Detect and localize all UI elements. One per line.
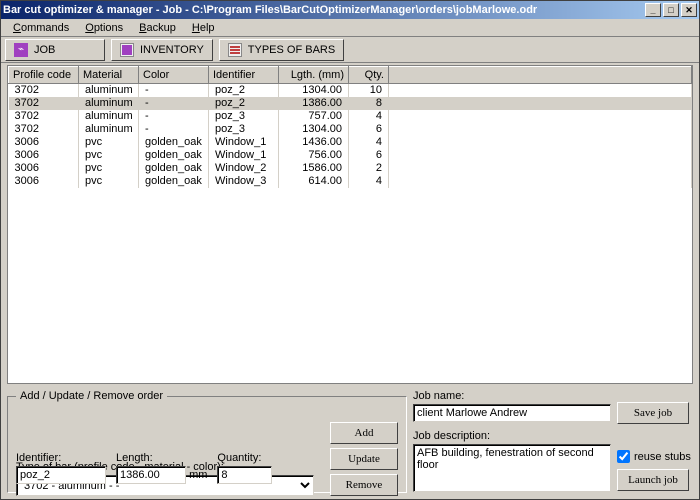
launchjob-button[interactable]: Launch job xyxy=(617,469,689,491)
col-qty[interactable]: Qty. xyxy=(349,67,389,84)
grid-empty-area xyxy=(8,188,692,384)
tab-job[interactable]: ⌁ JOB xyxy=(5,39,105,61)
close-button[interactable]: ✕ xyxy=(681,3,697,17)
maximize-button[interactable]: □ xyxy=(663,3,679,17)
col-profile[interactable]: Profile code xyxy=(9,67,79,84)
types-icon xyxy=(228,43,242,57)
qty-input[interactable] xyxy=(217,466,272,484)
jobdesc-textarea[interactable] xyxy=(413,444,611,492)
menu-commands[interactable]: Commands xyxy=(5,20,77,36)
update-button[interactable]: Update xyxy=(330,448,398,470)
length-unit: mm xyxy=(189,469,207,481)
table-row[interactable]: 3702aluminum-poz_21304.0010 xyxy=(9,84,692,97)
reuse-checkbox[interactable] xyxy=(617,450,630,463)
length-label: Length: xyxy=(116,452,207,464)
menu-options-label: ptions xyxy=(94,22,123,34)
job-icon: ⌁ xyxy=(14,43,28,57)
table-row[interactable]: 3006pvcgolden_oakWindow_21586.002 xyxy=(9,162,692,175)
table-row[interactable]: 3006pvcgolden_oakWindow_11436.004 xyxy=(9,136,692,149)
identifier-input[interactable] xyxy=(16,466,106,484)
order-form: Add / Update / Remove order Type of bar … xyxy=(7,390,407,493)
qty-label: Quantity: xyxy=(217,452,272,464)
menu-options[interactable]: Options xyxy=(77,20,131,36)
menu-help-label: elp xyxy=(200,22,215,34)
menubar: Commands Options Backup Help xyxy=(1,19,699,37)
col-material[interactable]: Material xyxy=(79,67,139,84)
tab-inventory-label: INVENTORY xyxy=(140,44,204,56)
col-spacer xyxy=(389,67,692,84)
col-length[interactable]: Lgth. (mm) xyxy=(279,67,349,84)
table-row[interactable]: 3006pvcgolden_oakWindow_3614.004 xyxy=(9,175,692,188)
order-form-legend: Add / Update / Remove order xyxy=(16,390,167,402)
menu-help[interactable]: Help xyxy=(184,20,223,36)
length-input[interactable] xyxy=(116,466,186,484)
tab-job-label: JOB xyxy=(34,44,55,56)
jobname-input[interactable] xyxy=(413,404,611,422)
savejob-button[interactable]: Save job xyxy=(617,402,689,424)
window-title: Bar cut optimizer & manager - Job - C:\P… xyxy=(3,4,645,16)
remove-button[interactable]: Remove xyxy=(330,474,398,496)
grid-header-row: Profile code Material Color Identifier L… xyxy=(9,67,692,84)
orders-grid[interactable]: Profile code Material Color Identifier L… xyxy=(7,65,693,384)
tab-inventory[interactable]: INVENTORY xyxy=(111,39,213,61)
titlebar[interactable]: Bar cut optimizer & manager - Job - C:\P… xyxy=(1,1,699,19)
tab-types-label: TYPES OF BARS xyxy=(248,44,335,56)
menu-backup[interactable]: Backup xyxy=(131,20,184,36)
menu-backup-label: ackup xyxy=(147,22,176,34)
table-row[interactable]: 3006pvcgolden_oakWindow_1756.006 xyxy=(9,149,692,162)
col-identifier[interactable]: Identifier xyxy=(209,67,279,84)
tabbar: ⌁ JOB INVENTORY TYPES OF BARS xyxy=(1,37,699,63)
jobdesc-label: Job description: xyxy=(413,430,611,442)
tab-types[interactable]: TYPES OF BARS xyxy=(219,39,344,61)
jobname-label: Job name: xyxy=(413,390,611,402)
inventory-icon xyxy=(120,43,134,57)
identifier-label: Identifier: xyxy=(16,452,106,464)
menu-commands-label: ommands xyxy=(21,22,69,34)
table-row[interactable]: 3702aluminum-poz_31304.006 xyxy=(9,123,692,136)
col-color[interactable]: Color xyxy=(139,67,209,84)
reuse-checkbox-row[interactable]: reuse stubs xyxy=(617,450,693,463)
minimize-button[interactable]: _ xyxy=(645,3,661,17)
add-button[interactable]: Add xyxy=(330,422,398,444)
table-row[interactable]: 3702aluminum-poz_3757.004 xyxy=(9,110,692,123)
reuse-label: reuse stubs xyxy=(634,451,691,463)
table-row[interactable]: 3702aluminum-poz_21386.008 xyxy=(9,97,692,110)
